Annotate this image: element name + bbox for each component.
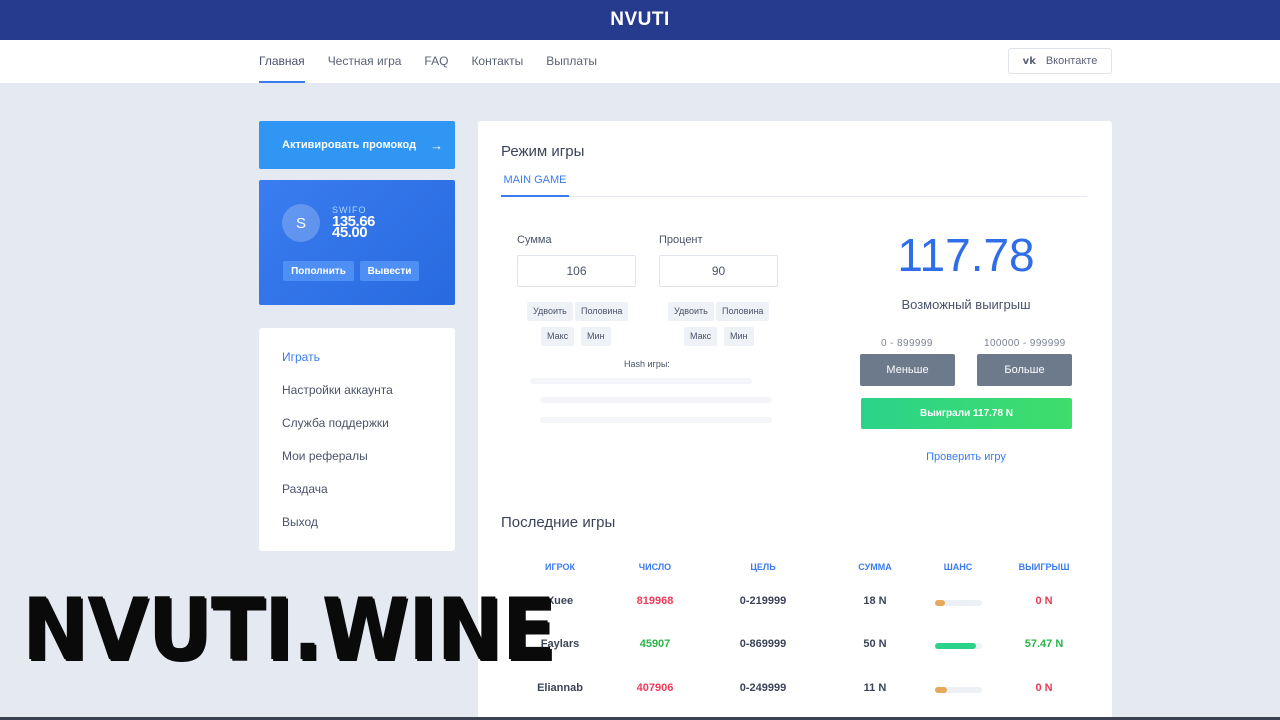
vk-label: Вконтакте (1045, 55, 1098, 67)
tabs-divider (501, 196, 1087, 197)
sidebar-item-referrals[interactable]: Мои рефералы (259, 446, 455, 479)
percent-max-button[interactable]: Макс (684, 327, 718, 346)
row-3-sum: 11 N (863, 682, 887, 694)
percent-label: Процент (659, 234, 703, 246)
nav-link-payouts[interactable]: Выплаты (546, 40, 597, 83)
game-card: Режим игры MAIN GAME Сумма Процент Удвои… (478, 121, 1112, 720)
row-2-chance-fill (935, 643, 976, 649)
col-win: ВЫИГРЫШ (1018, 562, 1070, 572)
row-1-win: 0 N (1035, 595, 1053, 607)
row-2-chance-bar (935, 643, 982, 649)
row-1-sum: 18 N (863, 595, 887, 607)
username: SWIFO (332, 205, 367, 215)
percent-min-button[interactable]: Мин (724, 327, 754, 346)
brand-logo[interactable]: NVUTI (610, 9, 670, 31)
range-high: 100000 - 999999 (984, 338, 1066, 349)
range-low: 0 - 899999 (881, 338, 933, 349)
nav-links: Главная Честная игра FAQ Контакты Выплат… (259, 40, 620, 83)
possible-win-label: Возможный выигрыш (901, 297, 1031, 312)
vk-icon: vk (1022, 55, 1036, 67)
percent-input[interactable] (659, 255, 778, 287)
col-number: ЧИСЛО (638, 562, 672, 572)
sidebar-item-account-settings[interactable]: Настройки аккаунта (259, 380, 455, 413)
recent-games-title: Последние игры (501, 514, 616, 531)
row-2-number: 45907 (639, 638, 671, 650)
row-1-target: 0-219999 (739, 595, 787, 607)
amount-min-button[interactable]: Мин (581, 327, 611, 346)
hash-value-line (540, 417, 772, 423)
nav-link-contacts[interactable]: Контакты (471, 40, 523, 83)
amount-half-button[interactable]: Половина (575, 302, 629, 321)
withdraw-button[interactable]: Вывести (360, 261, 419, 281)
win-result-banner: Выиграли 117.78 N (861, 398, 1072, 429)
game-mode-title: Режим игры (501, 143, 585, 160)
row-3-chance-bar (935, 687, 982, 693)
sidebar-item-logout[interactable]: Выход (259, 512, 455, 545)
hash-value-line (530, 378, 752, 384)
row-3-target: 0-249999 (739, 682, 787, 694)
arrow-right-icon: → (430, 137, 444, 153)
percent-double-button[interactable]: Удвоить (668, 302, 714, 321)
percent-half-button[interactable]: Половина (716, 302, 770, 321)
row-2-target: 0-869999 (739, 638, 787, 650)
row-3-number: 407906 (636, 682, 674, 694)
top-header: NVUTI (0, 0, 1280, 40)
sidebar-menu: Играть Настройки аккаунта Служба поддерж… (259, 328, 455, 551)
watermark-text: NVUTI.WINE (22, 580, 556, 680)
balance-line-2: 45.00 (332, 224, 368, 240)
bet-more-button[interactable]: Больше (977, 354, 1072, 386)
col-chance: ШАНС (943, 562, 973, 572)
hash-label: Hash игры: (624, 359, 670, 369)
user-balance-card: S SWIFO 135.66 45.00 (259, 180, 455, 305)
sidebar-item-support[interactable]: Служба поддержки (259, 413, 455, 446)
amount-max-button[interactable]: Макс (541, 327, 575, 346)
possible-win-value: 117.78 (897, 229, 1035, 281)
verify-game-link[interactable]: Проверить игру (860, 451, 1072, 463)
col-sum: СУММА (858, 562, 892, 572)
row-1-chance-fill (935, 600, 946, 606)
activate-promo-button[interactable]: Активировать промокод → (259, 121, 455, 169)
col-player: ИГРОК (545, 562, 575, 572)
main-nav: Главная Честная игра FAQ Контакты Выплат… (0, 40, 1280, 83)
row-3-player: Eliannab (537, 682, 583, 694)
row-3-chance-fill (935, 687, 947, 693)
vk-button[interactable]: vk Вконтакте (1008, 48, 1112, 74)
col-target: ЦЕЛЬ (750, 562, 776, 572)
row-2-win: 57.47 N (1024, 638, 1064, 650)
nav-link-home[interactable]: Главная (259, 40, 305, 83)
row-2-sum: 50 N (863, 638, 887, 650)
avatar: S (282, 204, 320, 242)
amount-label: Сумма (517, 234, 552, 246)
row-3-win: 0 N (1035, 682, 1053, 694)
promo-label: Активировать промокод (282, 139, 417, 151)
row-1-chance-bar (935, 600, 982, 606)
tab-main-game[interactable]: MAIN GAME (501, 174, 569, 197)
deposit-button[interactable]: Пополнить (283, 261, 354, 281)
nav-link-fair-game[interactable]: Честная игра (328, 40, 402, 83)
amount-double-button[interactable]: Удвоить (527, 302, 573, 321)
row-1-number: 819968 (636, 595, 674, 607)
bet-less-button[interactable]: Меньше (860, 354, 955, 386)
hash-value-line (540, 397, 772, 403)
sidebar-item-play[interactable]: Играть (259, 347, 455, 380)
nav-link-faq[interactable]: FAQ (424, 40, 448, 83)
sidebar-item-giveaway[interactable]: Раздача (259, 479, 455, 512)
amount-input[interactable] (517, 255, 636, 287)
user-balance: 135.66 45.00 (332, 216, 392, 240)
